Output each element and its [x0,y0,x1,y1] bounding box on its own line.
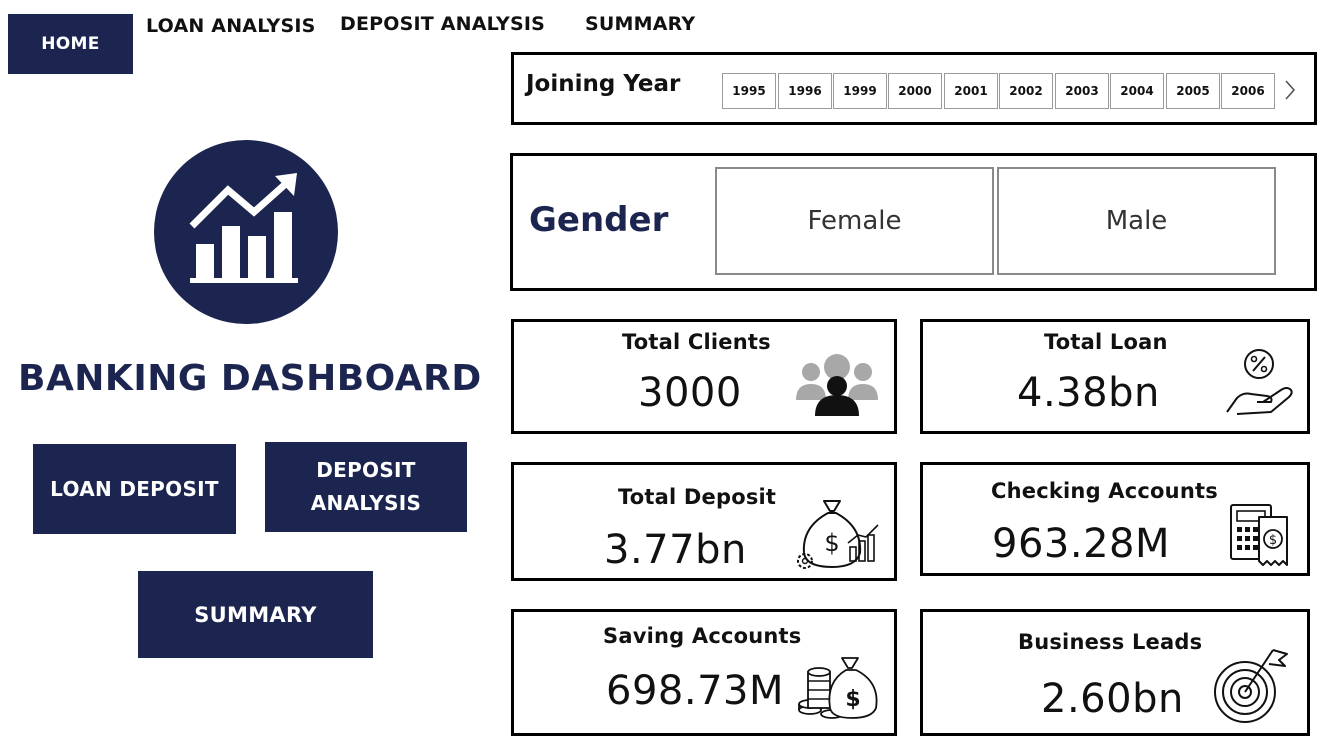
kpi-title: Total Clients [622,330,771,354]
loan-deposit-button[interactable]: LOAN DEPOSIT [33,444,236,534]
kpi-card-checking-accounts: Checking Accounts 963.28M $ [920,462,1310,576]
kpi-value: 2.60bn [1041,676,1184,722]
money-bag-chart-icon: $ [797,500,879,569]
kpi-title: Checking Accounts [991,479,1218,503]
gender-slicer: Gender Female Male [510,153,1317,291]
kpi-value: 4.38bn [1017,370,1160,416]
kpi-card-total-clients: Total Clients 3000 [511,319,897,434]
kpi-title: Total Loan [1044,330,1168,354]
summary-button[interactable]: SUMMARY [138,571,373,658]
year-chip[interactable]: 2000 [888,73,942,109]
kpi-card-saving-accounts: Saving Accounts 698.73M $ [511,609,897,736]
deposit-analysis-button[interactable]: DEPOSIT ANALYSIS [265,442,467,532]
target-flag-icon [1214,649,1288,723]
year-chip[interactable]: 1999 [833,73,887,109]
joining-year-label: Joining Year [526,71,681,97]
kpi-value: 3000 [638,370,742,416]
kpi-value: 3.77bn [604,527,747,573]
year-chip[interactable]: 2004 [1110,73,1164,109]
svg-text:$: $ [845,687,860,712]
kpi-title: Saving Accounts [603,624,802,648]
chevron-right-icon[interactable] [1282,78,1298,102]
gender-label: Gender [529,200,669,240]
kpi-card-business-leads: Business Leads 2.60bn [920,609,1310,736]
joining-year-slicer: Joining Year 1995 1996 1999 2000 2001 20… [511,52,1317,125]
year-chip[interactable]: 2006 [1221,73,1275,109]
hand-percent-icon [1226,349,1293,415]
growth-chart-icon [189,173,298,283]
kpi-value: 963.28M [992,521,1170,567]
dashboard-title: BANKING DASHBOARD [18,358,482,399]
nav-loan-analysis[interactable]: LOAN ANALYSIS [146,15,316,37]
year-chip[interactable]: 2003 [1055,73,1109,109]
year-chip[interactable]: 1995 [722,73,776,109]
svg-text:$: $ [824,529,839,557]
kpi-card-total-loan: Total Loan 4.38bn [920,319,1310,434]
nav-deposit-analysis[interactable]: DEPOSIT ANALYSIS [340,13,545,35]
kpi-card-total-deposit: Total Deposit 3.77bn $ [511,462,897,581]
svg-text:$: $ [1269,533,1277,548]
calculator-receipt-icon: $ [1230,504,1288,566]
home-button[interactable]: HOME [8,14,133,74]
kpi-title: Total Deposit [618,485,777,509]
gender-option-female[interactable]: Female [715,167,994,275]
nav-summary[interactable]: SUMMARY [585,13,695,35]
coins-money-bag-icon: $ [798,657,878,719]
kpi-title: Business Leads [1018,630,1203,654]
gender-option-male[interactable]: Male [997,167,1276,275]
year-chip[interactable]: 1996 [778,73,832,109]
people-icon [796,354,878,416]
year-chip[interactable]: 2005 [1166,73,1220,109]
logo [154,140,338,324]
year-chip[interactable]: 2001 [944,73,998,109]
year-chip[interactable]: 2002 [999,73,1053,109]
kpi-value: 698.73M [606,668,784,714]
